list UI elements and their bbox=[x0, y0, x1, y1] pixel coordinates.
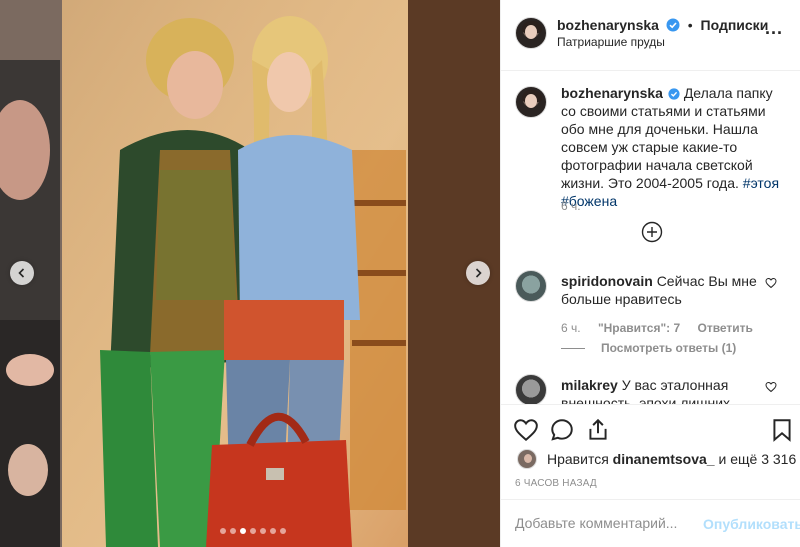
share-icon[interactable] bbox=[585, 417, 611, 443]
carousel-dot bbox=[280, 528, 286, 534]
comment-item: spiridonovain Сейчас Вы мне больше нрави… bbox=[515, 270, 795, 360]
liker-avatar[interactable] bbox=[517, 449, 537, 469]
caption-username[interactable]: bozhenarynska bbox=[561, 85, 663, 101]
comment-text: spiridonovain Сейчас Вы мне больше нрави… bbox=[561, 272, 761, 308]
comments-area[interactable]: bozhenarynska Делала папку со своими ста… bbox=[501, 72, 800, 404]
publish-button[interactable]: Опубликовать bbox=[703, 516, 800, 532]
carousel-dot bbox=[260, 528, 266, 534]
likes-summary: Нравится dinanemtsova_ и ещё 3 316 bbox=[515, 449, 796, 469]
comment-meta: 6 ч. "Нравится": 7 Ответить bbox=[561, 321, 767, 335]
more-options-icon[interactable]: ... bbox=[765, 18, 783, 39]
comment-time: 6 ч. bbox=[561, 321, 581, 335]
caption-avatar[interactable] bbox=[515, 86, 547, 118]
carousel-dot bbox=[250, 528, 256, 534]
comment-likes-count[interactable]: "Нравится": 7 bbox=[598, 321, 680, 335]
likes-text: Нравится dinanemtsova_ и ещё 3 316 bbox=[547, 451, 796, 467]
verified-badge-icon bbox=[666, 18, 680, 32]
view-replies-button[interactable]: Посмотреть ответы (1) bbox=[561, 341, 736, 355]
commenter-username[interactable]: milakrey bbox=[561, 377, 618, 393]
comment-like-heart-icon[interactable] bbox=[765, 381, 777, 393]
caption-time: 6 ч. bbox=[561, 199, 581, 213]
like-heart-icon[interactable] bbox=[513, 417, 539, 443]
likes-prefix: Нравится bbox=[547, 451, 609, 467]
carousel-dot bbox=[230, 528, 236, 534]
commenter-username[interactable]: spiridonovain bbox=[561, 273, 653, 289]
comment-text: milakrey У вас эталонная внешность, эпох… bbox=[561, 376, 761, 404]
carousel-prev-button[interactable] bbox=[10, 261, 34, 285]
replies-line bbox=[561, 348, 585, 350]
author-avatar[interactable] bbox=[515, 17, 547, 49]
comment-bubble-icon[interactable] bbox=[549, 417, 575, 443]
post-location[interactable]: Патриаршие пруды bbox=[557, 35, 665, 49]
carousel-dot bbox=[220, 528, 226, 534]
hashtag-link[interactable]: #этоя bbox=[743, 175, 779, 191]
add-comment-bar: Опубликовать bbox=[501, 499, 800, 547]
author-username[interactable]: bozhenarynska bbox=[557, 17, 659, 33]
header-name-line: bozhenarynska • Подписки bbox=[557, 17, 768, 33]
load-more-comments-icon[interactable] bbox=[641, 221, 663, 243]
photo-illustration bbox=[0, 0, 500, 547]
post-time-ago[interactable]: 6 ЧАСОВ НАЗАД bbox=[515, 478, 597, 489]
liker-username[interactable]: dinanemtsova_ bbox=[613, 451, 715, 467]
comment-like-heart-icon[interactable] bbox=[765, 277, 777, 289]
header-separator: • bbox=[687, 17, 693, 33]
reply-button[interactable]: Ответить bbox=[697, 321, 752, 335]
caption-text: bozhenarynska Делала папку со своими ста… bbox=[561, 84, 791, 210]
chevron-right-icon bbox=[475, 268, 482, 278]
carousel-dot bbox=[240, 528, 246, 534]
post-panel: bozhenarynska • Подписки Патриаршие пруд… bbox=[500, 0, 800, 547]
likes-suffix[interactable]: и ещё 3 316 bbox=[719, 451, 797, 467]
commenter-avatar[interactable] bbox=[515, 270, 547, 302]
post-actions bbox=[501, 404, 800, 449]
bookmark-icon[interactable] bbox=[769, 417, 795, 443]
follow-status-button[interactable]: Подписки bbox=[701, 17, 769, 33]
comment-item: milakrey У вас эталонная внешность, эпох… bbox=[515, 374, 795, 404]
carousel-next-button[interactable] bbox=[466, 261, 490, 285]
post-photo bbox=[0, 0, 500, 547]
carousel-indicator bbox=[220, 528, 286, 534]
verified-badge-icon bbox=[668, 88, 680, 100]
view-replies-label: Посмотреть ответы (1) bbox=[601, 341, 737, 355]
carousel-dot bbox=[270, 528, 276, 534]
comment-input[interactable] bbox=[515, 512, 695, 534]
commenter-avatar[interactable] bbox=[515, 374, 547, 404]
post-header: bozhenarynska • Подписки Патриаршие пруд… bbox=[501, 0, 800, 71]
chevron-left-icon bbox=[18, 268, 25, 278]
